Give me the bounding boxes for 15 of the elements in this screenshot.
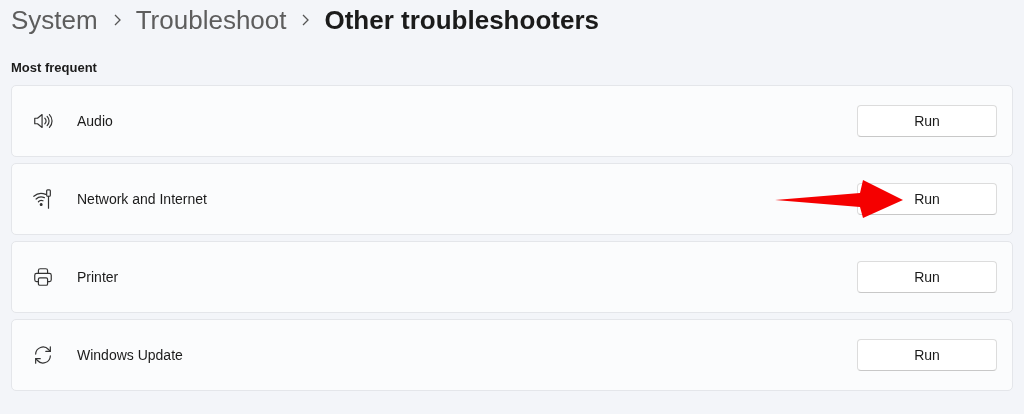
run-button[interactable]: Run xyxy=(857,105,997,137)
run-button[interactable]: Run xyxy=(857,261,997,293)
troubleshooter-label: Windows Update xyxy=(77,347,184,363)
breadcrumb-item: Other troubleshooters xyxy=(324,7,599,33)
troubleshooter-label: Audio xyxy=(77,113,114,129)
troubleshooter-label: Printer xyxy=(77,269,120,285)
breadcrumb-item[interactable]: System xyxy=(11,7,98,33)
chevron-icon xyxy=(300,13,311,27)
section-title: Most frequent xyxy=(11,60,98,75)
breadcrumb-item[interactable]: Troubleshoot xyxy=(135,7,287,33)
run-button[interactable]: Run xyxy=(857,339,997,371)
troubleshooter-label: Network and Internet xyxy=(77,191,208,207)
printer-icon xyxy=(32,266,54,288)
sync-icon xyxy=(32,344,54,366)
wifi-cable-icon xyxy=(32,188,54,210)
